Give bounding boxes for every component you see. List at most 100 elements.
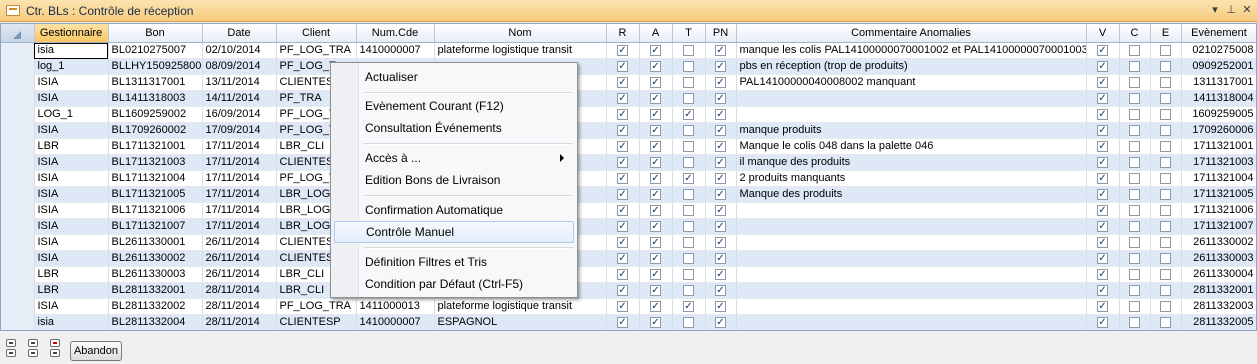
checkbox-e[interactable] xyxy=(1160,76,1171,88)
cell-comment[interactable]: Manque le colis 048 dans la palette 046 xyxy=(736,138,1087,155)
checkbox-e[interactable] xyxy=(1160,124,1171,136)
cell-evenement[interactable]: 2811332001 xyxy=(1181,282,1256,299)
checkbox-r[interactable]: ✓ xyxy=(617,316,628,328)
checkbox-e[interactable] xyxy=(1160,236,1171,248)
table-row[interactable]: ISIA BL1711321003 17/11/2014 CLIENTES ✓ ✓ ✓ il … xyxy=(1,154,1256,171)
grid-corner[interactable] xyxy=(1,24,35,43)
checkbox-pn[interactable]: ✓ xyxy=(715,204,726,216)
checkbox-c[interactable] xyxy=(1129,140,1140,152)
checkbox-t[interactable] xyxy=(683,188,694,200)
checkbox-v[interactable]: ✓ xyxy=(1097,284,1108,296)
checkbox-a[interactable]: ✓ xyxy=(650,300,661,312)
table-row[interactable]: ISIA BL1411318003 14/11/2014 PF_TRA ✓ ✓ ✓ ✓ 1411… xyxy=(1,90,1256,107)
dropdown-icon[interactable]: ▾ xyxy=(1208,3,1222,16)
checkbox-e[interactable] xyxy=(1160,92,1171,104)
row-indicator[interactable] xyxy=(1,154,35,171)
menu-item-acces-a[interactable]: Accès à ... xyxy=(334,147,574,169)
cell-bon[interactable]: BL2611330003 xyxy=(108,266,203,283)
checkbox-a[interactable]: ✓ xyxy=(650,44,661,56)
row-indicator[interactable] xyxy=(1,186,35,203)
nav-next-icon[interactable] xyxy=(28,339,38,347)
table-row[interactable]: LBRBL261133000326/11/2014LBR_CLIaux✓✓✓✓2… xyxy=(1,266,1256,283)
cell-gest[interactable]: isia xyxy=(34,314,109,330)
checkbox-t[interactable] xyxy=(683,252,694,264)
checkbox-e[interactable] xyxy=(1160,172,1171,184)
checkbox-v[interactable]: ✓ xyxy=(1097,172,1108,184)
checkbox-r[interactable]: ✓ xyxy=(617,60,628,72)
column-header[interactable]: E xyxy=(1150,24,1182,43)
checkbox-pn[interactable]: ✓ xyxy=(715,92,726,104)
cell-date[interactable]: 26/11/2014 xyxy=(202,234,277,251)
cell-gest[interactable]: ISIA xyxy=(34,218,109,235)
checkbox-pn[interactable]: ✓ xyxy=(715,76,726,88)
checkbox-pn[interactable]: ✓ xyxy=(715,140,726,152)
pin-icon[interactable]: ⊥ xyxy=(1224,3,1238,16)
cell-bon[interactable]: BL0210275007 xyxy=(108,42,203,59)
checkbox-t[interactable] xyxy=(683,140,694,152)
cell-comment[interactable] xyxy=(736,314,1087,330)
checkbox-a[interactable]: ✓ xyxy=(650,220,661,232)
cell-client[interactable]: CLIENTESP xyxy=(276,314,357,330)
nav-last-icon[interactable] xyxy=(28,349,38,357)
table-row[interactable]: ISIA BL1711321005 17/11/2014 LBR_LOG ✓ ✓ ✓ Manq… xyxy=(1,186,1256,203)
menu-item-controle-manuel[interactable]: Contrôle Manuel xyxy=(334,221,574,243)
checkbox-pn[interactable]: ✓ xyxy=(715,252,726,264)
cell-date[interactable]: 13/11/2014 xyxy=(202,74,277,91)
checkbox-a[interactable]: ✓ xyxy=(650,76,661,88)
cell-gest[interactable]: ISIA xyxy=(34,298,109,315)
column-header[interactable]: R xyxy=(606,24,640,43)
cell-date[interactable]: 28/11/2014 xyxy=(202,282,277,299)
checkbox-v[interactable]: ✓ xyxy=(1097,220,1108,232)
row-indicator[interactable] xyxy=(1,58,35,75)
checkbox-c[interactable] xyxy=(1129,156,1140,168)
checkbox-a[interactable]: ✓ xyxy=(650,284,661,296)
checkbox-e[interactable] xyxy=(1160,268,1171,280)
checkbox-e[interactable] xyxy=(1160,252,1171,264)
checkbox-a[interactable]: ✓ xyxy=(650,316,661,328)
cell-bon[interactable]: BL1711321003 xyxy=(108,154,203,171)
row-indicator[interactable] xyxy=(1,170,35,187)
cell-nom[interactable]: ESPAGNOL xyxy=(434,314,607,330)
checkbox-pn[interactable]: ✓ xyxy=(715,172,726,184)
cell-comment[interactable] xyxy=(736,298,1087,315)
checkbox-pn[interactable]: ✓ xyxy=(715,268,726,280)
cell-gest[interactable]: ISIA xyxy=(34,122,109,139)
table-row[interactable]: LOG_1 BL1609259002 16/09/2014 PF_LOG_T ✓ ✓ ✓ ✓ ✓… xyxy=(1,106,1256,123)
cell-gest[interactable]: LBR xyxy=(34,282,109,299)
table-row[interactable]: ISIA BL1711321006 17/11/2014 LBR_LOG ✓ ✓ ✓ ✓ 171… xyxy=(1,202,1256,219)
cell-evenement[interactable]: 1711321005 xyxy=(1181,186,1256,203)
checkbox-c[interactable] xyxy=(1129,172,1140,184)
cell-nom[interactable]: plateforme logistique transit xyxy=(434,42,607,59)
cell-bon[interactable]: BL1711321001 xyxy=(108,138,203,155)
cell-evenement[interactable]: 1711321004 xyxy=(1181,170,1256,187)
column-header[interactable]: T xyxy=(672,24,706,43)
checkbox-c[interactable] xyxy=(1129,60,1140,72)
cell-evenement[interactable]: 0210275008 xyxy=(1181,42,1256,59)
cell-client[interactable]: PF_LOG_TRA xyxy=(276,298,357,315)
column-header[interactable]: Num.Cde xyxy=(356,24,435,43)
checkbox-e[interactable] xyxy=(1160,220,1171,232)
cell-date[interactable]: 16/09/2014 xyxy=(202,106,277,123)
nav-prev-icon[interactable] xyxy=(6,349,16,357)
row-indicator[interactable] xyxy=(1,90,35,107)
checkbox-v[interactable]: ✓ xyxy=(1097,236,1108,248)
checkbox-t[interactable] xyxy=(683,156,694,168)
checkbox-r[interactable]: ✓ xyxy=(617,140,628,152)
checkbox-v[interactable]: ✓ xyxy=(1097,60,1108,72)
checkbox-t[interactable]: ✓ xyxy=(683,172,694,184)
checkbox-pn[interactable]: ✓ xyxy=(715,316,726,328)
checkbox-r[interactable]: ✓ xyxy=(617,44,628,56)
column-header[interactable]: Evènement xyxy=(1181,24,1256,43)
table-row[interactable]: LBRBL281133200128/11/2014LBR_CLIaux✓✓✓✓2… xyxy=(1,282,1256,299)
column-header[interactable]: A xyxy=(639,24,673,43)
cell-date[interactable]: 17/11/2014 xyxy=(202,186,277,203)
checkbox-t[interactable] xyxy=(683,220,694,232)
checkbox-a[interactable]: ✓ xyxy=(650,108,661,120)
checkbox-r[interactable]: ✓ xyxy=(617,108,628,120)
checkbox-e[interactable] xyxy=(1160,204,1171,216)
checkbox-e[interactable] xyxy=(1160,188,1171,200)
checkbox-c[interactable] xyxy=(1129,204,1140,216)
checkbox-r[interactable]: ✓ xyxy=(617,268,628,280)
checkbox-e[interactable] xyxy=(1160,300,1171,312)
cell-evenement[interactable]: 1711321007 xyxy=(1181,218,1256,235)
